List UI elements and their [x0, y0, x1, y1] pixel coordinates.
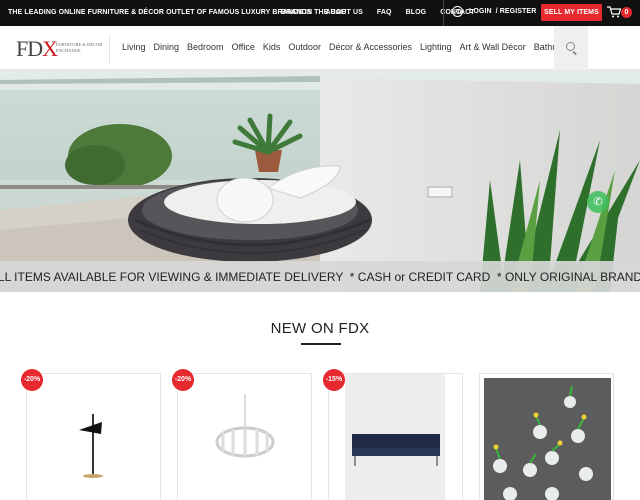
- whatsapp-icon[interactable]: ✆: [587, 191, 609, 213]
- hero-image: [0, 70, 640, 292]
- nav-decor-accessories[interactable]: Décor & Accessories: [329, 42, 412, 52]
- user-icon: [452, 6, 463, 17]
- login-link[interactable]: LOGIN: [469, 8, 492, 15]
- hero-banner[interactable]: ✆: [0, 70, 640, 292]
- nav-kids[interactable]: Kids: [263, 42, 281, 52]
- top-bar-divider: [443, 0, 444, 26]
- top-nav-faq[interactable]: FAQ: [377, 9, 392, 16]
- top-nav-about[interactable]: ABOUT US: [326, 9, 363, 16]
- top-bar: THE LEADING ONLINE FURNITURE & DÉCOR OUT…: [0, 0, 640, 26]
- top-nav-blog[interactable]: BLOG: [406, 9, 427, 16]
- cart-icon[interactable]: [607, 6, 621, 18]
- info-banner: ALL ITEMS AVAILABLE FOR VIEWING & IMMEDI…: [0, 261, 640, 292]
- product-card[interactable]: [328, 373, 463, 500]
- register-link[interactable]: / REGISTER: [496, 8, 537, 15]
- nav-lighting[interactable]: Lighting: [420, 42, 452, 52]
- search-icon: [566, 42, 575, 51]
- title-underline: [301, 343, 341, 345]
- logo-subtitle: FURNITURE & DÉCOR EXCHANGE: [56, 42, 103, 53]
- header-divider: [109, 34, 110, 64]
- discount-badge: -15%: [323, 369, 345, 391]
- nav-art-wall-decor[interactable]: Art & Wall Décor: [460, 42, 526, 52]
- discount-badge: -20%: [172, 369, 194, 391]
- chandelier-image: [215, 394, 275, 458]
- wall-flowers-art-image: [484, 378, 611, 500]
- nav-dining[interactable]: Dining: [154, 42, 180, 52]
- product-card[interactable]: [479, 373, 614, 500]
- nav-outdoor[interactable]: Outdoor: [288, 42, 321, 52]
- main-nav: Living Dining Bedroom Office Kids Outdoo…: [122, 42, 581, 52]
- product-card[interactable]: [26, 373, 161, 500]
- nav-living[interactable]: Living: [122, 42, 146, 52]
- product-card[interactable]: [177, 373, 312, 500]
- section-title: NEW ON FDX: [270, 320, 370, 337]
- nav-bedroom[interactable]: Bedroom: [187, 42, 224, 52]
- discount-badge: -20%: [21, 369, 43, 391]
- cart-count-badge: 0: [621, 7, 632, 18]
- search-button[interactable]: [554, 26, 588, 70]
- login-register: LOGIN / REGISTER: [452, 6, 536, 17]
- floor-lamp-image: [79, 414, 103, 478]
- sofa-image: [345, 374, 445, 500]
- logo[interactable]: FDX FURNITURE & DÉCOR EXCHANGE: [16, 37, 104, 61]
- logo-mark: FDX: [16, 36, 58, 61]
- nav-office[interactable]: Office: [232, 42, 255, 52]
- main-header: FDX FURNITURE & DÉCOR EXCHANGE Living Di…: [0, 26, 640, 70]
- top-nav: BRANDS ABOUT US FAQ BLOG CONTACT: [281, 9, 475, 16]
- top-nav-brands[interactable]: BRANDS: [281, 9, 312, 16]
- info-banner-text: ALL ITEMS AVAILABLE FOR VIEWING & IMMEDI…: [0, 269, 640, 284]
- sell-my-items-button[interactable]: SELL MY ITEMS: [541, 4, 602, 21]
